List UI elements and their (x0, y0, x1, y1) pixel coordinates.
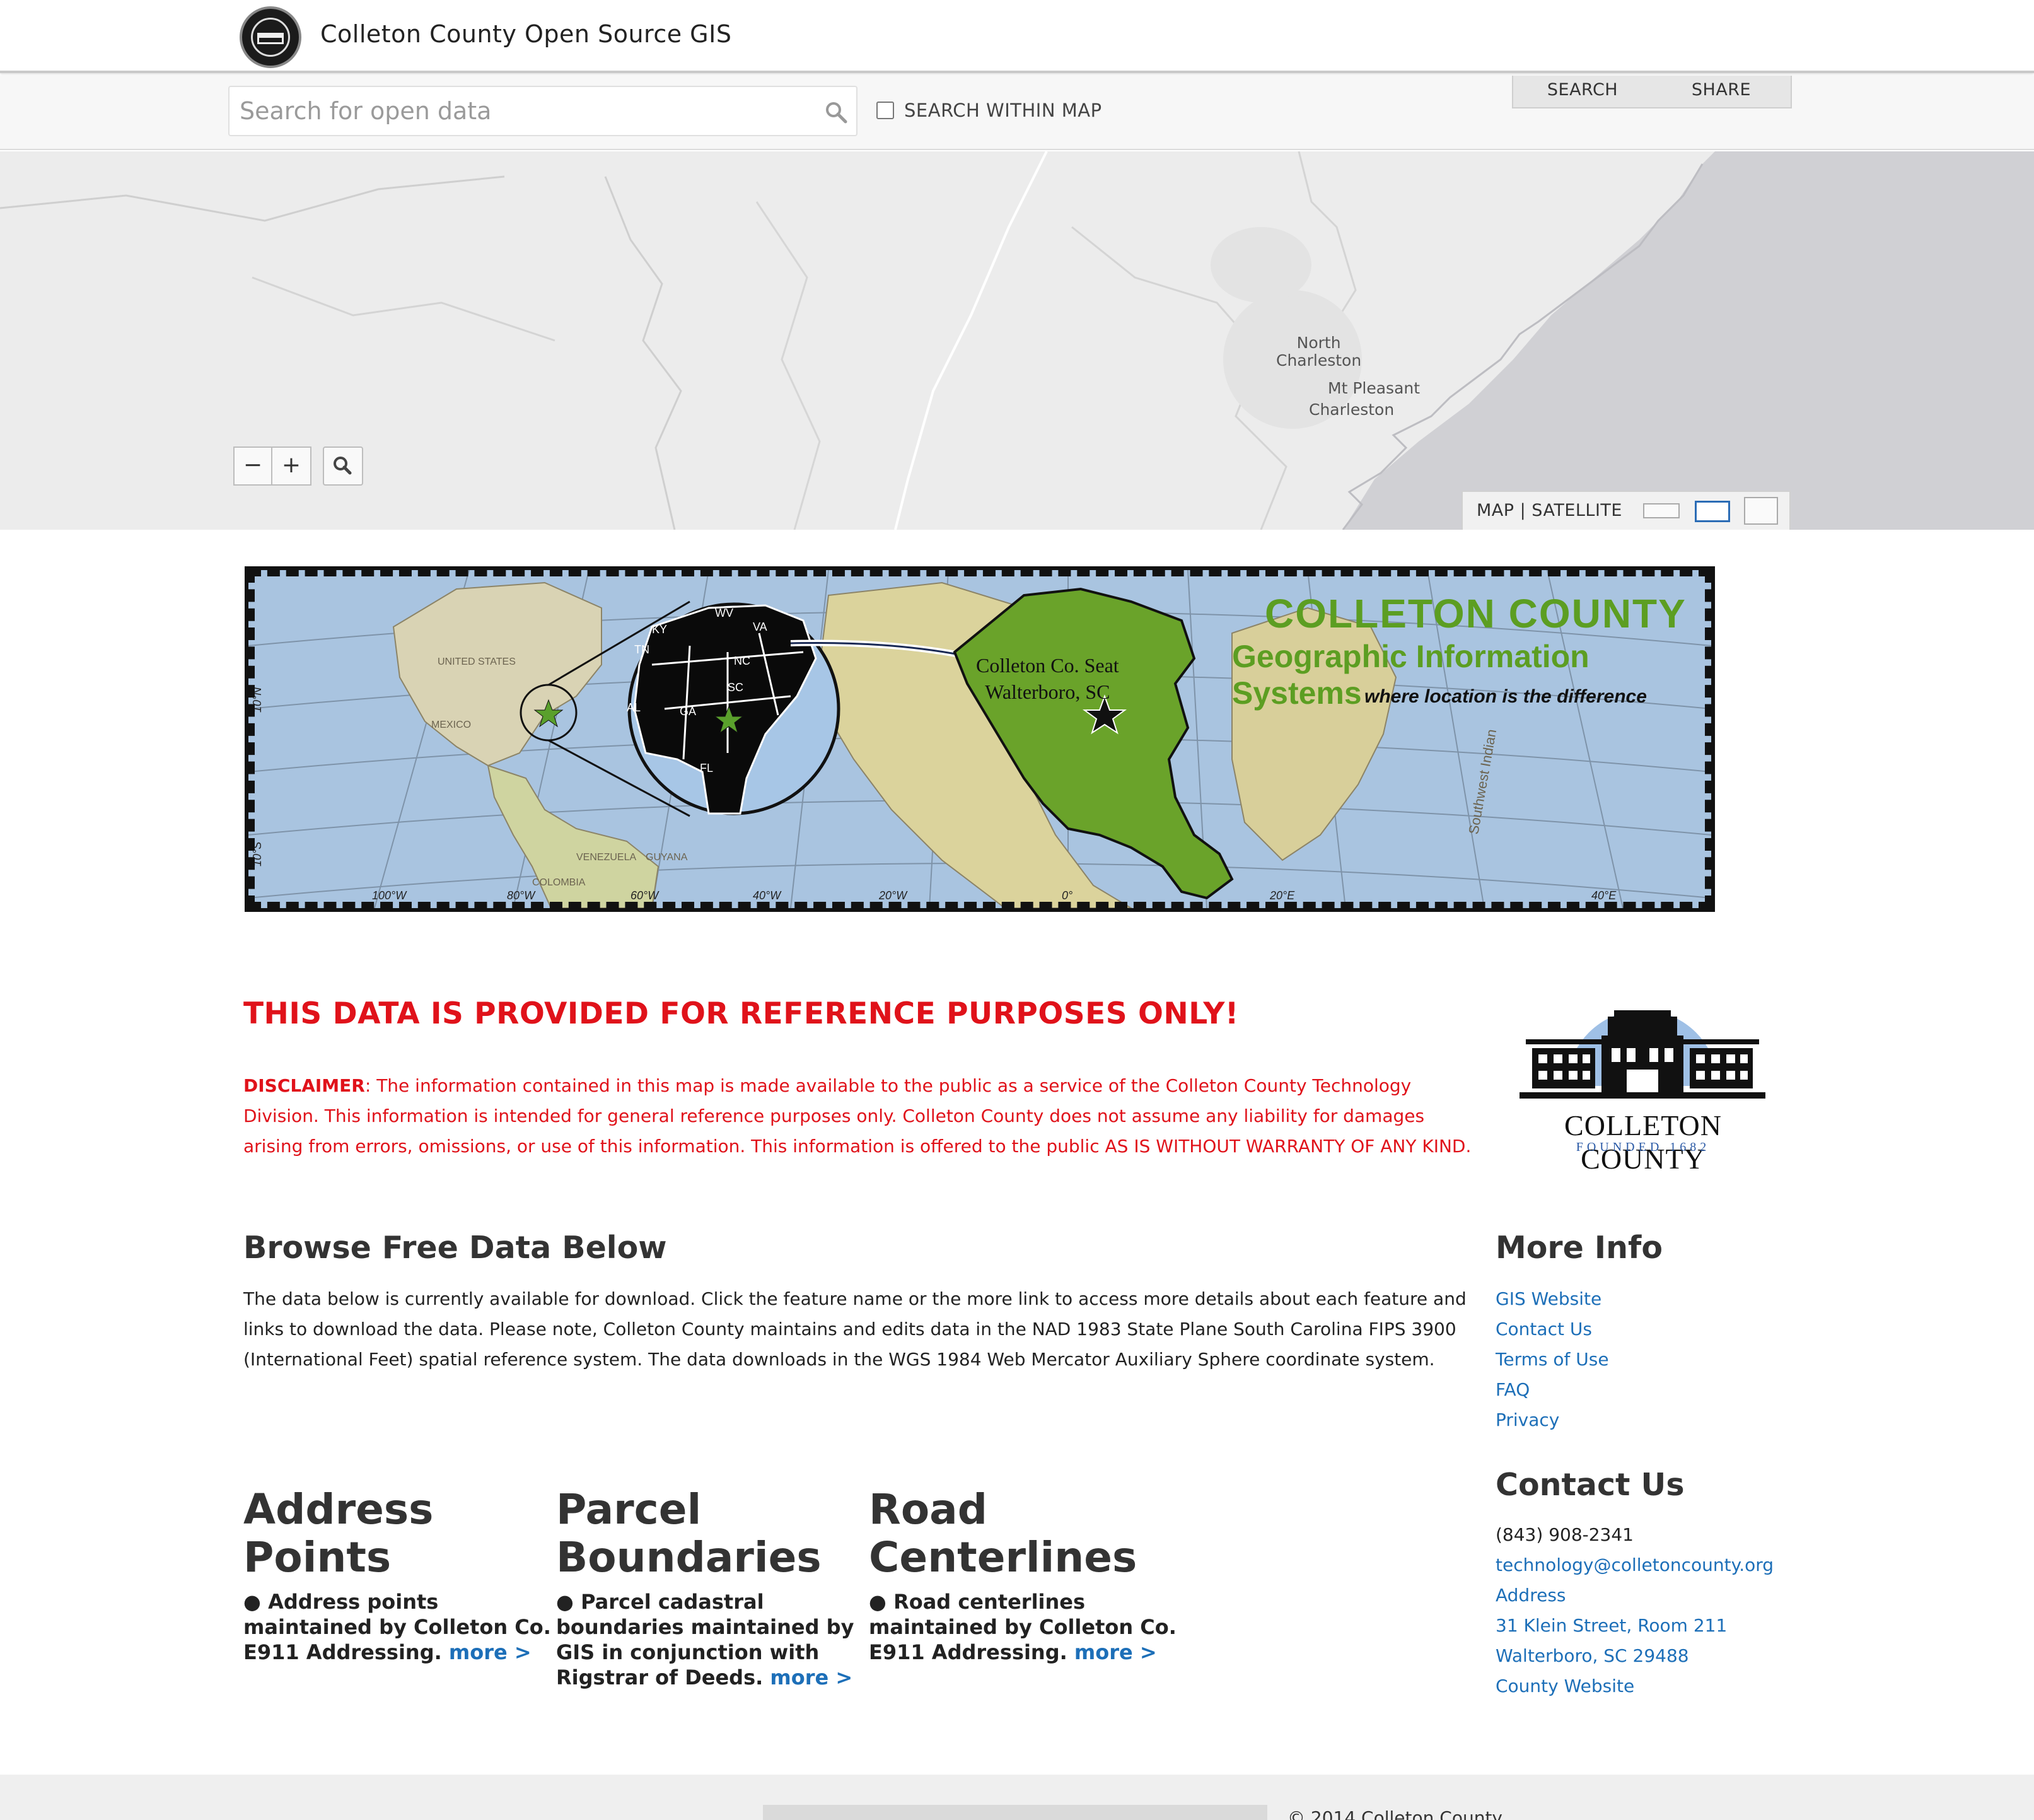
map-label-charleston: Charleston (1309, 400, 1395, 419)
dataset-more-link[interactable]: more > (449, 1640, 532, 1664)
dataset-card: Parcel Boundaries ● Parcel cadastral bou… (556, 1486, 865, 1690)
page-footer: © 2014 Colleton County (0, 1775, 2034, 1820)
dataset-card: Road Centerlines ● Road centerlines main… (869, 1486, 1178, 1665)
locate-button[interactable] (323, 446, 363, 486)
header-tabs: SEARCH SHARE (1512, 76, 1792, 108)
zoom-controls: − + (233, 446, 311, 486)
banner-title: COLLETON COUNTY (1265, 591, 1687, 636)
dataset-desc: ● Address points maintained by Colleton … (243, 1589, 552, 1665)
link-faq[interactable]: FAQ (1496, 1375, 1609, 1405)
search-within-map-checkbox[interactable] (876, 102, 894, 119)
magnifier-icon (334, 457, 352, 475)
link-privacy[interactable]: Privacy (1496, 1405, 1609, 1435)
basemap-label[interactable]: MAP | SATELLITE (1477, 501, 1622, 520)
more-info-heading: More Info (1496, 1230, 1663, 1266)
app-title[interactable]: Colleton County Open Source GIS (320, 20, 731, 48)
dataset-title-road-centerlines[interactable]: Road Centerlines (869, 1486, 1178, 1582)
search-toolbar: SEARCH WITHIN MAP SEARCH SHARE (0, 76, 2034, 150)
disclaimer-label: DISCLAIMER (243, 1075, 365, 1096)
basemap-option-gray[interactable] (1695, 501, 1730, 522)
link-gis-website[interactable]: GIS Website (1496, 1284, 1609, 1314)
disclaimer-text: DISCLAIMER: The information contained in… (243, 1071, 1473, 1162)
search-box (228, 86, 857, 136)
dataset-more-link[interactable]: more > (770, 1665, 852, 1689)
footer-copyright: © 2014 Colleton County (1287, 1807, 1503, 1820)
basemap-switcher: MAP | SATELLITE (1462, 491, 1791, 530)
reference-warning: THIS DATA IS PROVIDED FOR REFERENCE PURP… (243, 996, 1239, 1031)
search-within-map-toggle[interactable]: SEARCH WITHIN MAP (876, 100, 1102, 121)
map-view[interactable]: North Charleston Mt Pleasant Charleston … (0, 151, 2034, 530)
browse-description: The data below is currently available fo… (243, 1288, 1467, 1370)
footer-map-thumbnail[interactable] (763, 1805, 1267, 1820)
gis-banner: WV VA KY TN NC SC AL GA FL 100°W 80°W 60… (245, 566, 1715, 912)
dataset-card: Address Points ● Address points maintain… (243, 1486, 552, 1665)
dataset-desc: ● Parcel cadastral boundaries maintained… (556, 1589, 865, 1690)
zoom-out-button[interactable]: − (233, 446, 272, 486)
tab-search[interactable]: SEARCH (1513, 76, 1652, 107)
contact-street-link[interactable]: 31 Klein Street, Room 211 (1496, 1611, 1774, 1641)
contact-email-link[interactable]: technology@colletoncounty.org (1496, 1550, 1774, 1580)
contact-city-link[interactable]: Walterboro, SC 29488 (1496, 1641, 1774, 1671)
basemap-option-light[interactable] (1643, 503, 1680, 518)
contact-address-link[interactable]: Address (1496, 1580, 1774, 1611)
disclaimer-body: : The information contained in this map … (243, 1075, 1472, 1157)
link-contact-us[interactable]: Contact Us (1496, 1314, 1609, 1345)
contact-phone: (843) 908-2341 (1496, 1524, 1634, 1545)
county-seat-line1: Colleton Co. Seat (976, 654, 1119, 677)
map-label-mt-pleasant: Mt Pleasant (1328, 379, 1421, 397)
dataset-title-parcel-boundaries[interactable]: Parcel Boundaries (556, 1486, 865, 1582)
search-input[interactable] (240, 92, 807, 130)
search-within-map-label: SEARCH WITHIN MAP (904, 100, 1102, 121)
contact-details: (843) 908-2341 technology@colletoncounty… (1496, 1520, 1774, 1701)
link-terms-of-use[interactable]: Terms of Use (1496, 1345, 1609, 1375)
more-info-links: GIS Website Contact Us Terms of Use FAQ … (1496, 1284, 1609, 1435)
county-seat-label: Colleton Co. Seat Walterboro, SC (976, 652, 1119, 705)
banner-tagline: where location is the difference (1364, 686, 1647, 707)
dataset-desc: ● Road centerlines maintained by Colleto… (869, 1589, 1178, 1665)
zoom-in-button[interactable]: + (272, 446, 311, 486)
dataset-title-address-points[interactable]: Address Points (243, 1486, 552, 1582)
basemap-option-satellite[interactable] (1744, 497, 1778, 525)
county-logo-founded: FOUNDED 1682 (1576, 1140, 1711, 1154)
browse-heading: Browse Free Data Below (243, 1230, 667, 1266)
search-icon[interactable] (823, 100, 849, 125)
county-seal-logo[interactable] (240, 6, 301, 68)
contact-heading: Contact Us (1496, 1467, 1685, 1503)
app-header: Colleton County Open Source GIS (0, 0, 2034, 73)
dataset-more-link[interactable]: more > (1074, 1640, 1157, 1664)
map-label-north-charleston: North Charleston (1276, 334, 1362, 370)
county-website-link[interactable]: County Website (1496, 1671, 1774, 1701)
county-seat-line2: Walterboro, SC (985, 680, 1110, 703)
tab-share[interactable]: SHARE (1652, 76, 1791, 107)
courthouse-icon (257, 33, 284, 44)
